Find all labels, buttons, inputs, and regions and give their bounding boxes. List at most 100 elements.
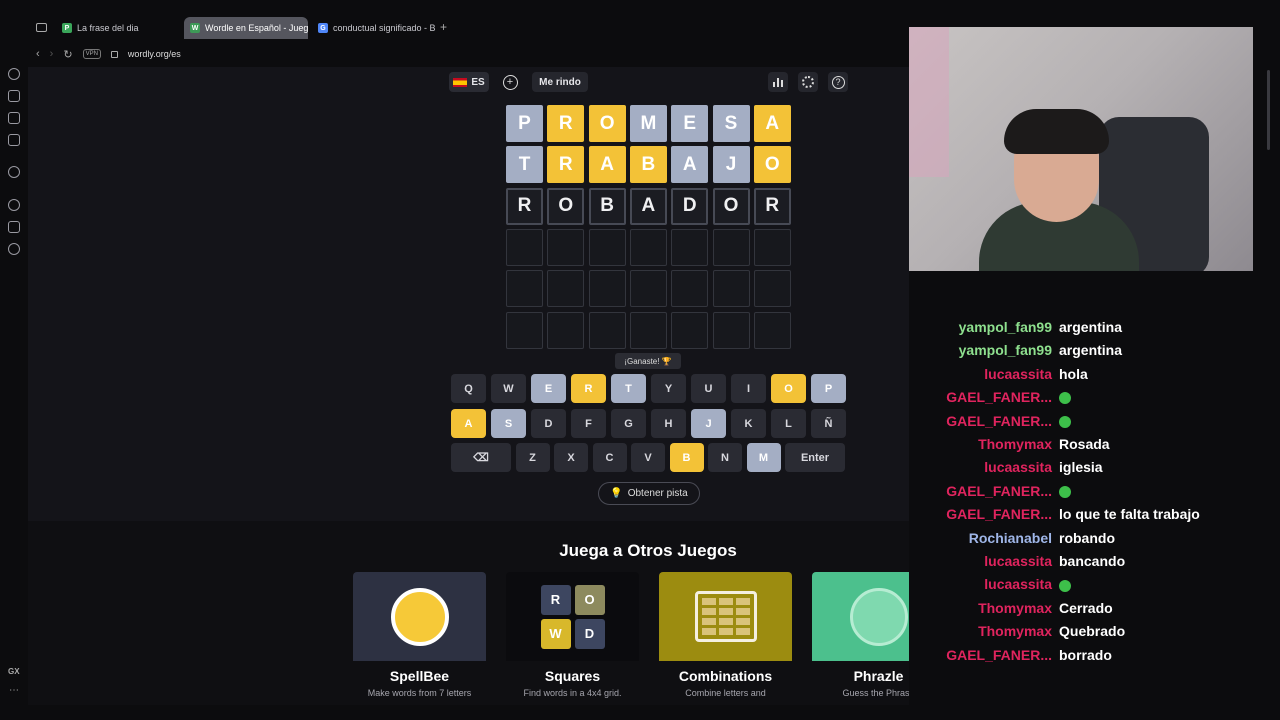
key-u[interactable]: U [691, 374, 726, 403]
browser-tab[interactable]: Gconductual significado - B [312, 17, 436, 39]
chat-username[interactable]: lucaassita [984, 459, 1052, 475]
grid-tile: O [547, 187, 585, 225]
add-icon[interactable]: + [500, 72, 520, 92]
bag-icon[interactable] [8, 90, 20, 102]
chatgpt-icon[interactable] [8, 166, 20, 178]
chat-username[interactable]: Thomymax [978, 600, 1052, 616]
game-card-squares[interactable]: R O W D Squares Find words in a 4x4 grid. [506, 572, 639, 702]
chat-username[interactable]: GAEL_FANER... [946, 647, 1052, 663]
forward-icon[interactable]: › [50, 48, 54, 60]
key-q[interactable]: Q [451, 374, 486, 403]
key-e[interactable]: E [531, 374, 566, 403]
key-m[interactable]: M [746, 443, 781, 472]
chat-username[interactable]: GAEL_FANER... [946, 506, 1052, 522]
chat-text: Quebrado [1059, 623, 1126, 640]
key-ñ[interactable]: Ñ [811, 409, 846, 438]
key-o[interactable]: O [771, 374, 806, 403]
back-icon[interactable]: ‹ [36, 48, 40, 60]
key-t[interactable]: T [611, 374, 646, 403]
chat-message: lucaassita hola [909, 366, 1280, 386]
scrollbar[interactable] [1258, 40, 1280, 705]
reload-icon[interactable]: ↻ [63, 48, 72, 61]
key-x[interactable]: X [554, 443, 588, 472]
chat-text: Cerrado [1059, 599, 1113, 616]
tab-label: La frase del dia [77, 23, 139, 33]
more-icon[interactable]: ⋯ [9, 685, 19, 696]
backspace-key[interactable]: ⌫ [451, 443, 511, 472]
help-icon[interactable]: ? [828, 72, 848, 92]
stream-chat: yampol_fan99 argentina yampol_fan99 argenti… [909, 271, 1280, 705]
messenger-icon[interactable] [8, 134, 20, 146]
key-l[interactable]: L [771, 409, 806, 438]
grid-tile [547, 228, 585, 266]
chat-username[interactable]: yampol_fan99 [959, 342, 1052, 358]
grid-tile [671, 270, 709, 308]
chat-text: hola [1059, 365, 1088, 382]
chat-message: yampol_fan99 argentina [909, 319, 1280, 339]
grid-tile [753, 228, 791, 266]
chat-username[interactable]: Thomymax [978, 436, 1052, 452]
game-description: Combine letters and [685, 688, 766, 698]
enter-key[interactable]: Enter [785, 443, 845, 472]
game-card-spellbee[interactable]: SpellBee Make words from 7 letters [353, 572, 486, 702]
browser-tab[interactable]: P La frase del dia [56, 17, 180, 39]
get-hint-button[interactable]: 💡 Obtener pista [598, 482, 700, 505]
grid-tile: S [712, 105, 750, 142]
key-z[interactable]: Z [515, 443, 550, 472]
grid-tile [629, 228, 667, 266]
key-a[interactable]: A [451, 409, 486, 438]
bee-icon [390, 587, 449, 646]
chat-text: argentina [1059, 342, 1123, 359]
chat-text: borrado [1059, 646, 1112, 663]
chat-username[interactable]: Thomymax [978, 623, 1052, 639]
chat-username[interactable]: lucaassita [984, 553, 1052, 569]
key-j[interactable]: J [691, 409, 726, 438]
chat-username[interactable]: GAEL_FANER... [946, 413, 1052, 429]
vpn-badge[interactable]: VPN [82, 49, 101, 59]
url-field[interactable]: wordly.org/es [128, 49, 181, 59]
chat-username[interactable]: GAEL_FANER... [946, 483, 1052, 499]
grid-tile [506, 311, 543, 349]
give-up-button[interactable]: Me rindo [532, 72, 588, 92]
key-i[interactable]: I [731, 374, 766, 403]
gear-icon[interactable] [798, 72, 818, 92]
language-selector[interactable]: ES [449, 72, 489, 92]
chat-username[interactable]: yampol_fan99 [959, 319, 1052, 335]
key-y[interactable]: Y [651, 374, 686, 403]
game-card-combinations[interactable]: Combinations Combine letters and [659, 572, 792, 702]
stats-icon[interactable] [768, 72, 788, 92]
grid-tile: A [629, 187, 667, 225]
key-w[interactable]: W [491, 374, 526, 403]
key-p[interactable]: P [811, 374, 846, 403]
chat-username[interactable]: lucaassita [984, 366, 1052, 382]
chat-username[interactable]: lucaassita [984, 576, 1052, 592]
clock-icon[interactable] [8, 199, 20, 211]
tab-overview-icon[interactable] [36, 23, 47, 32]
cube-icon[interactable] [8, 221, 20, 233]
settings-icon[interactable] [8, 243, 20, 255]
grid-tile: A [588, 146, 626, 184]
key-d[interactable]: D [531, 409, 566, 438]
history-icon[interactable] [8, 68, 20, 80]
grid-tile [506, 228, 543, 266]
browser-tab[interactable]: W Wordle en Español - Jueg [184, 17, 308, 39]
chat-username[interactable]: GAEL_FANER... [946, 389, 1052, 405]
key-f[interactable]: F [571, 409, 606, 438]
key-g[interactable]: G [611, 409, 646, 438]
key-v[interactable]: V [631, 443, 665, 472]
key-n[interactable]: N [708, 443, 742, 472]
grid-tile [547, 270, 585, 308]
new-tab-icon[interactable]: + [440, 20, 447, 34]
key-h[interactable]: H [651, 409, 686, 438]
tv-icon[interactable] [8, 112, 20, 124]
grid-tile: A [671, 146, 709, 184]
key-c[interactable]: C [592, 443, 627, 472]
gx-label[interactable]: GX [8, 667, 20, 676]
key-s[interactable]: S [491, 409, 526, 438]
key-b[interactable]: B [669, 443, 704, 472]
chat-username[interactable]: Rochianabel [969, 530, 1052, 546]
key-k[interactable]: K [731, 409, 766, 438]
squares-tile: D [574, 618, 605, 649]
grid-tile: O [712, 187, 750, 225]
key-r[interactable]: R [571, 374, 606, 403]
